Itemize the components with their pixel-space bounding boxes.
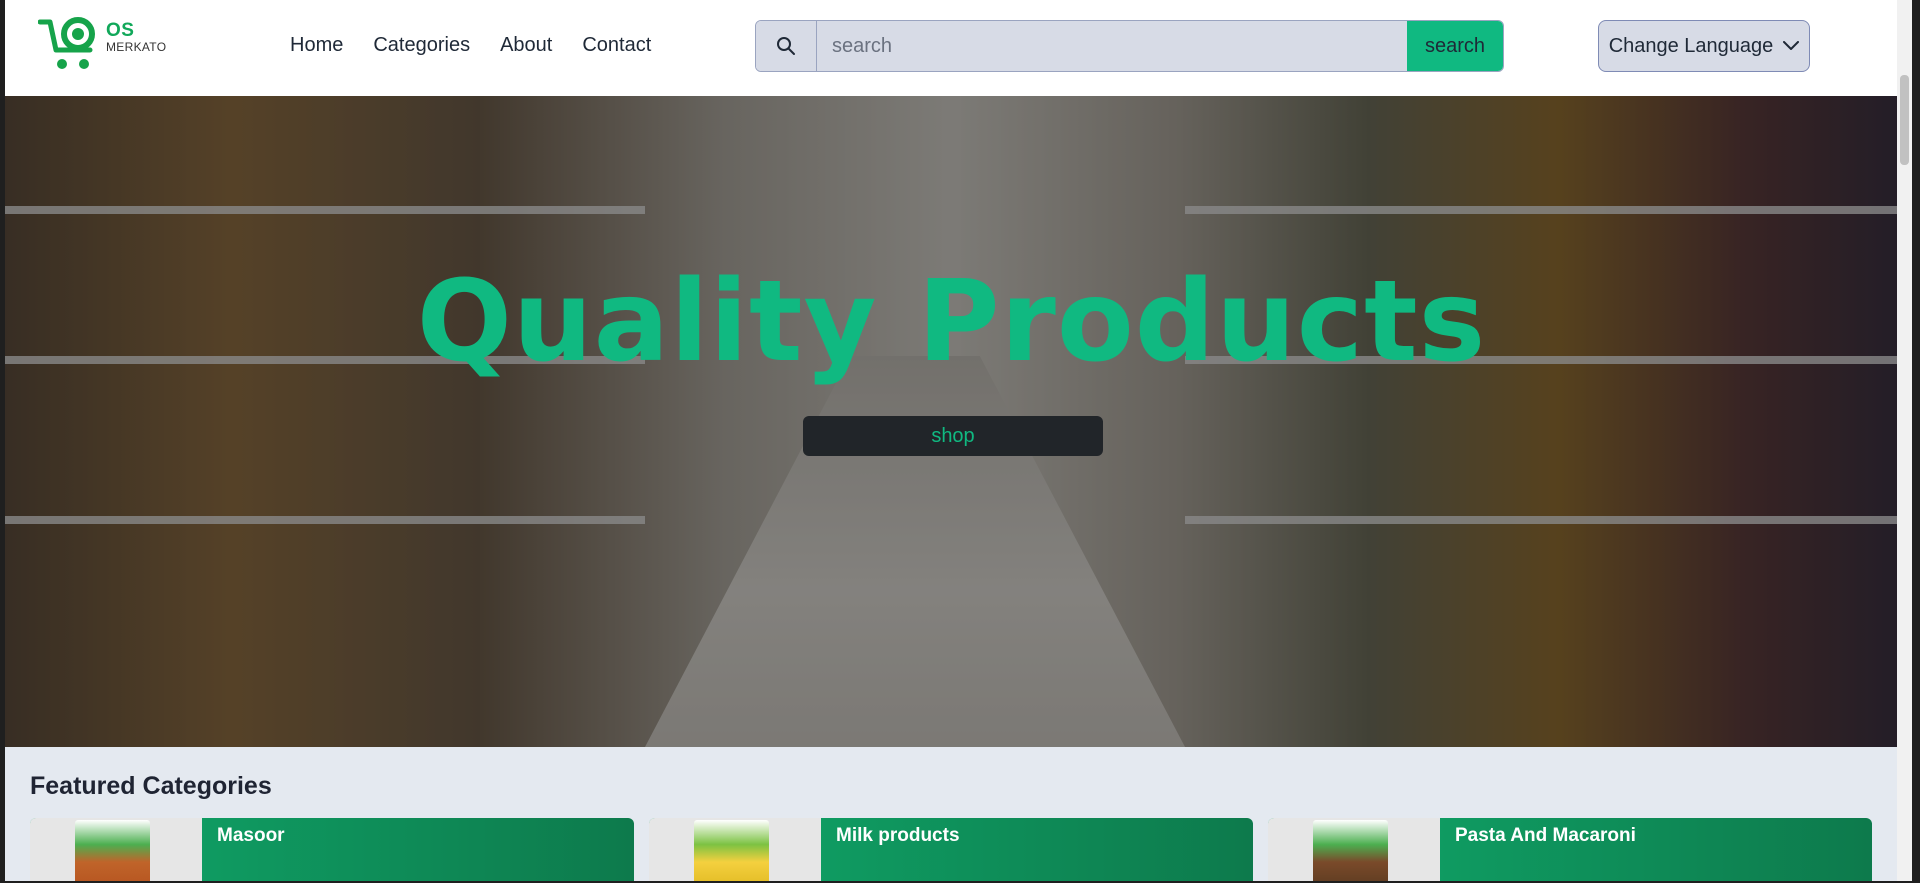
shop-button[interactable]: shop [803,416,1103,456]
main-nav: Home Categories About Contact [290,34,651,57]
hero-title: Quality Products [416,257,1487,387]
nav-about[interactable]: About [500,34,552,57]
scrollbar-thumb[interactable] [1900,75,1909,165]
site-header: OS MERKATO Home Categories About Contact… [5,0,1912,96]
category-card-title: Masoor [217,825,285,846]
featured-categories-title: Featured Categories [30,772,272,800]
category-card-masoor[interactable]: Masoor [30,818,634,881]
change-language-label: Change Language [1608,34,1774,57]
product-package-image [694,820,769,881]
change-language-button[interactable]: Change Language [1598,20,1810,72]
page-scrollbar[interactable] [1897,0,1912,881]
chevron-down-icon [1783,41,1800,50]
featured-categories-list: Masoor Milk products Pasta And Macaroni [30,818,1872,881]
nav-home[interactable]: Home [290,34,343,57]
logo-brand-os: OS [106,20,135,41]
logo[interactable]: OS MERKATO [37,16,178,72]
category-image [1268,818,1440,881]
category-image [649,818,821,881]
cart-logo-icon [37,17,95,69]
search-button[interactable]: search [1407,21,1503,71]
category-card-title: Pasta And Macaroni [1455,825,1636,846]
logo-brand-merkato: MERKATO [106,40,167,54]
app-frame: OS MERKATO Home Categories About Contact… [5,0,1912,881]
search-input[interactable] [817,21,1407,71]
search-icon [777,37,795,55]
product-package-image [75,820,150,881]
hero-banner: Quality Products shop [5,96,1898,747]
product-package-image [1313,820,1388,881]
category-card-milk-products[interactable]: Milk products [649,818,1253,881]
nav-contact[interactable]: Contact [582,34,651,57]
search-bar: search [755,20,1504,72]
category-image [30,818,202,881]
category-card-title: Milk products [836,825,960,846]
search-icon-box [756,21,817,71]
nav-categories[interactable]: Categories [373,34,470,57]
category-card-pasta-and-macaroni[interactable]: Pasta And Macaroni [1268,818,1872,881]
